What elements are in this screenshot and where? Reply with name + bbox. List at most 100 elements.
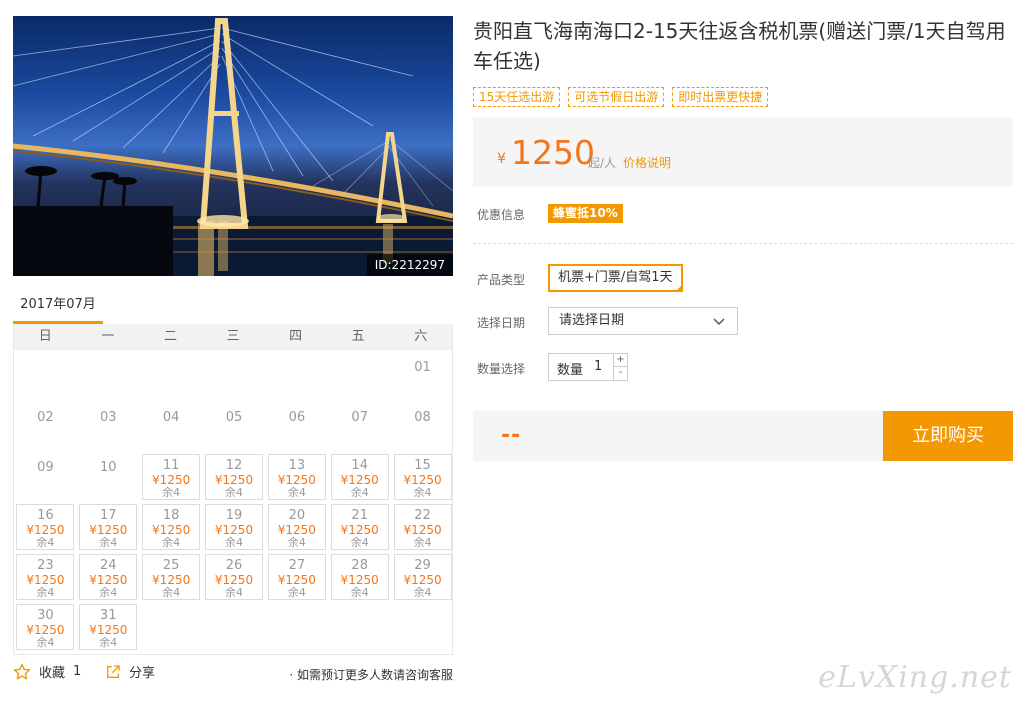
calendar-day-number: 31 xyxy=(100,608,117,623)
product-type-label: 产品类型 xyxy=(477,273,526,287)
calendar-day-stock: 余4 xyxy=(413,536,432,549)
bridge-night-illustration xyxy=(13,18,453,276)
chevron-down-icon xyxy=(713,318,725,326)
calendar-day: 02 xyxy=(16,404,74,450)
favorite-button[interactable]: 收藏 1 xyxy=(13,662,81,681)
share-icon xyxy=(107,664,120,678)
calendar-day-stock: 余4 xyxy=(162,536,181,549)
calendar-day-available[interactable]: 12 ¥1250 余4 xyxy=(205,454,263,500)
calendar-day-available[interactable]: 31 ¥1250 余4 xyxy=(79,604,138,650)
product-title: 贵阳直飞海南海口2-15天往返含税机票(赠送门票/1天自驾用车任选) xyxy=(473,19,1006,73)
favorite-label: 收藏 xyxy=(39,666,66,681)
calendar-day: 05 xyxy=(205,404,263,450)
calendar-day: 04 xyxy=(142,404,200,450)
calendar-day-number: 29 xyxy=(414,558,431,573)
calendar-day-number: 21 xyxy=(351,508,368,523)
calendar-day-available[interactable]: 23 ¥1250 余4 xyxy=(16,554,75,600)
weekday-label: 六 xyxy=(414,329,428,344)
calendar-day-available[interactable]: 17 ¥1250 余4 xyxy=(79,504,138,550)
calendar-day-number: 06 xyxy=(288,410,306,425)
calendar-day-available[interactable]: 25 ¥1250 余4 xyxy=(142,554,201,600)
calendar-day-number: 27 xyxy=(288,558,306,573)
quantity-plus-button[interactable]: + xyxy=(613,354,627,367)
image-id-label: ID:2212297 xyxy=(366,254,453,276)
calendar-day-number: 13 xyxy=(288,458,306,473)
share-button[interactable]: 分享 xyxy=(105,662,155,681)
weekday-label: 一 xyxy=(101,329,115,344)
calendar-day-stock: 余4 xyxy=(162,586,181,599)
calendar-day-available[interactable]: 16 ¥1250 余4 xyxy=(16,504,75,550)
price-explain-link[interactable]: 价格说明 xyxy=(623,154,671,171)
product-tags: 15天任选出游 可选节假日出游 即时出票更快捷 xyxy=(473,87,769,107)
quantity-field-label: 数量 xyxy=(557,363,584,378)
product-type-option-label: 机票+门票/自驾1天 xyxy=(558,270,673,285)
calendar-day-number: 12 xyxy=(225,458,243,473)
calendar-day-available[interactable]: 20 ¥1250 余4 xyxy=(267,504,326,550)
star-icon xyxy=(13,663,31,679)
calendar-month-tab[interactable]: 2017年07月 xyxy=(13,290,103,324)
calendar-day-number: 24 xyxy=(100,558,117,573)
calendar-day-number: 23 xyxy=(37,558,54,573)
calendar-day-available[interactable]: 30 ¥1250 余4 xyxy=(16,604,75,650)
calendar-day-number: 02 xyxy=(37,410,54,425)
weekday-label: 五 xyxy=(351,329,365,344)
calendar-day-available[interactable]: 21 ¥1250 余4 xyxy=(330,504,389,550)
calendar-day-stock: 余4 xyxy=(36,636,55,649)
section-divider xyxy=(473,243,1013,244)
price-panel: ¥ 1250 起/人 价格说明 xyxy=(473,117,1013,187)
calendar-day-number: 01 xyxy=(414,360,431,375)
calendar-day-number: 18 xyxy=(162,508,180,523)
calendar-day: 01 xyxy=(394,354,452,400)
calendar-day-available[interactable]: 28 ¥1250 余4 xyxy=(330,554,389,600)
quantity-minus-button[interactable]: - xyxy=(613,367,627,380)
calendar-day-number: 14 xyxy=(351,458,368,473)
date-select-dropdown[interactable]: 请选择日期 xyxy=(548,307,738,335)
product-tag: 15天任选出游 xyxy=(473,87,561,107)
calendar-day-stock: 余4 xyxy=(350,586,369,599)
calendar-day-stock: 余4 xyxy=(350,536,369,549)
calendar-day-number: 25 xyxy=(162,558,180,573)
calendar-day-available[interactable]: 15 ¥1250 余4 xyxy=(393,454,452,500)
date-select-label: 选择日期 xyxy=(477,316,526,330)
calendar-day-available[interactable]: 14 ¥1250 余4 xyxy=(330,454,389,500)
calendar-day-number: 28 xyxy=(351,558,368,573)
quantity-value[interactable]: 1 xyxy=(594,359,602,374)
calendar-day-stock: 余4 xyxy=(36,586,55,599)
calendar-day-available[interactable]: 26 ¥1250 余4 xyxy=(205,554,263,600)
calendar-day-number: 15 xyxy=(414,458,431,473)
calendar-day-available[interactable]: 29 ¥1250 余4 xyxy=(393,554,452,600)
product-type-option[interactable]: 机票+门票/自驾1天 xyxy=(548,264,683,292)
calendar-day-stock: 余4 xyxy=(287,536,306,549)
calendar-day-number: 10 xyxy=(100,460,117,475)
calendar-day-stock: 余4 xyxy=(99,536,118,549)
price-unit: 起/人 xyxy=(588,156,617,170)
calendar-day-stock: 余4 xyxy=(99,586,118,599)
product-image: ID:2212297 xyxy=(13,16,453,276)
calendar-day-available[interactable]: 13 ¥1250 余4 xyxy=(267,454,326,500)
calendar-day: 03 xyxy=(79,404,137,450)
calendar-month-bar: 2017年07月 xyxy=(13,290,453,324)
calendar-day-available[interactable]: 11 ¥1250 余4 xyxy=(142,454,201,500)
consult-note: · 如需预订更多人数请咨询客服 xyxy=(289,668,453,682)
calendar-day-available[interactable]: 19 ¥1250 余4 xyxy=(205,504,263,550)
product-tag: 即时出票更快捷 xyxy=(672,87,769,107)
calendar-day-stock: 余4 xyxy=(225,536,243,549)
total-price: -- xyxy=(501,423,522,448)
calendar-day-number: 05 xyxy=(225,410,243,425)
calendar-day-stock: 余4 xyxy=(162,486,181,499)
calendar-day-stock: 余4 xyxy=(350,486,369,499)
calendar-day-available[interactable]: 18 ¥1250 余4 xyxy=(142,504,201,550)
calendar-day-number: 11 xyxy=(162,458,180,473)
calendar-day-number: 09 xyxy=(37,460,54,475)
calendar-day: 10 xyxy=(79,454,137,500)
calendar-day-number: 17 xyxy=(100,508,117,523)
calendar-day-stock: 余4 xyxy=(413,586,432,599)
buy-now-button[interactable]: 立即购买 xyxy=(883,411,1013,461)
calendar-day: 09 xyxy=(16,454,74,500)
calendar-day-available[interactable]: 27 ¥1250 余4 xyxy=(267,554,326,600)
quantity-stepper: 数量 1 + - xyxy=(548,353,628,381)
calendar-day: 08 xyxy=(394,404,452,450)
calendar-day-available[interactable]: 24 ¥1250 余4 xyxy=(79,554,138,600)
calendar-day-number: 19 xyxy=(225,508,243,523)
calendar-day-available[interactable]: 22 ¥1250 余4 xyxy=(393,504,452,550)
